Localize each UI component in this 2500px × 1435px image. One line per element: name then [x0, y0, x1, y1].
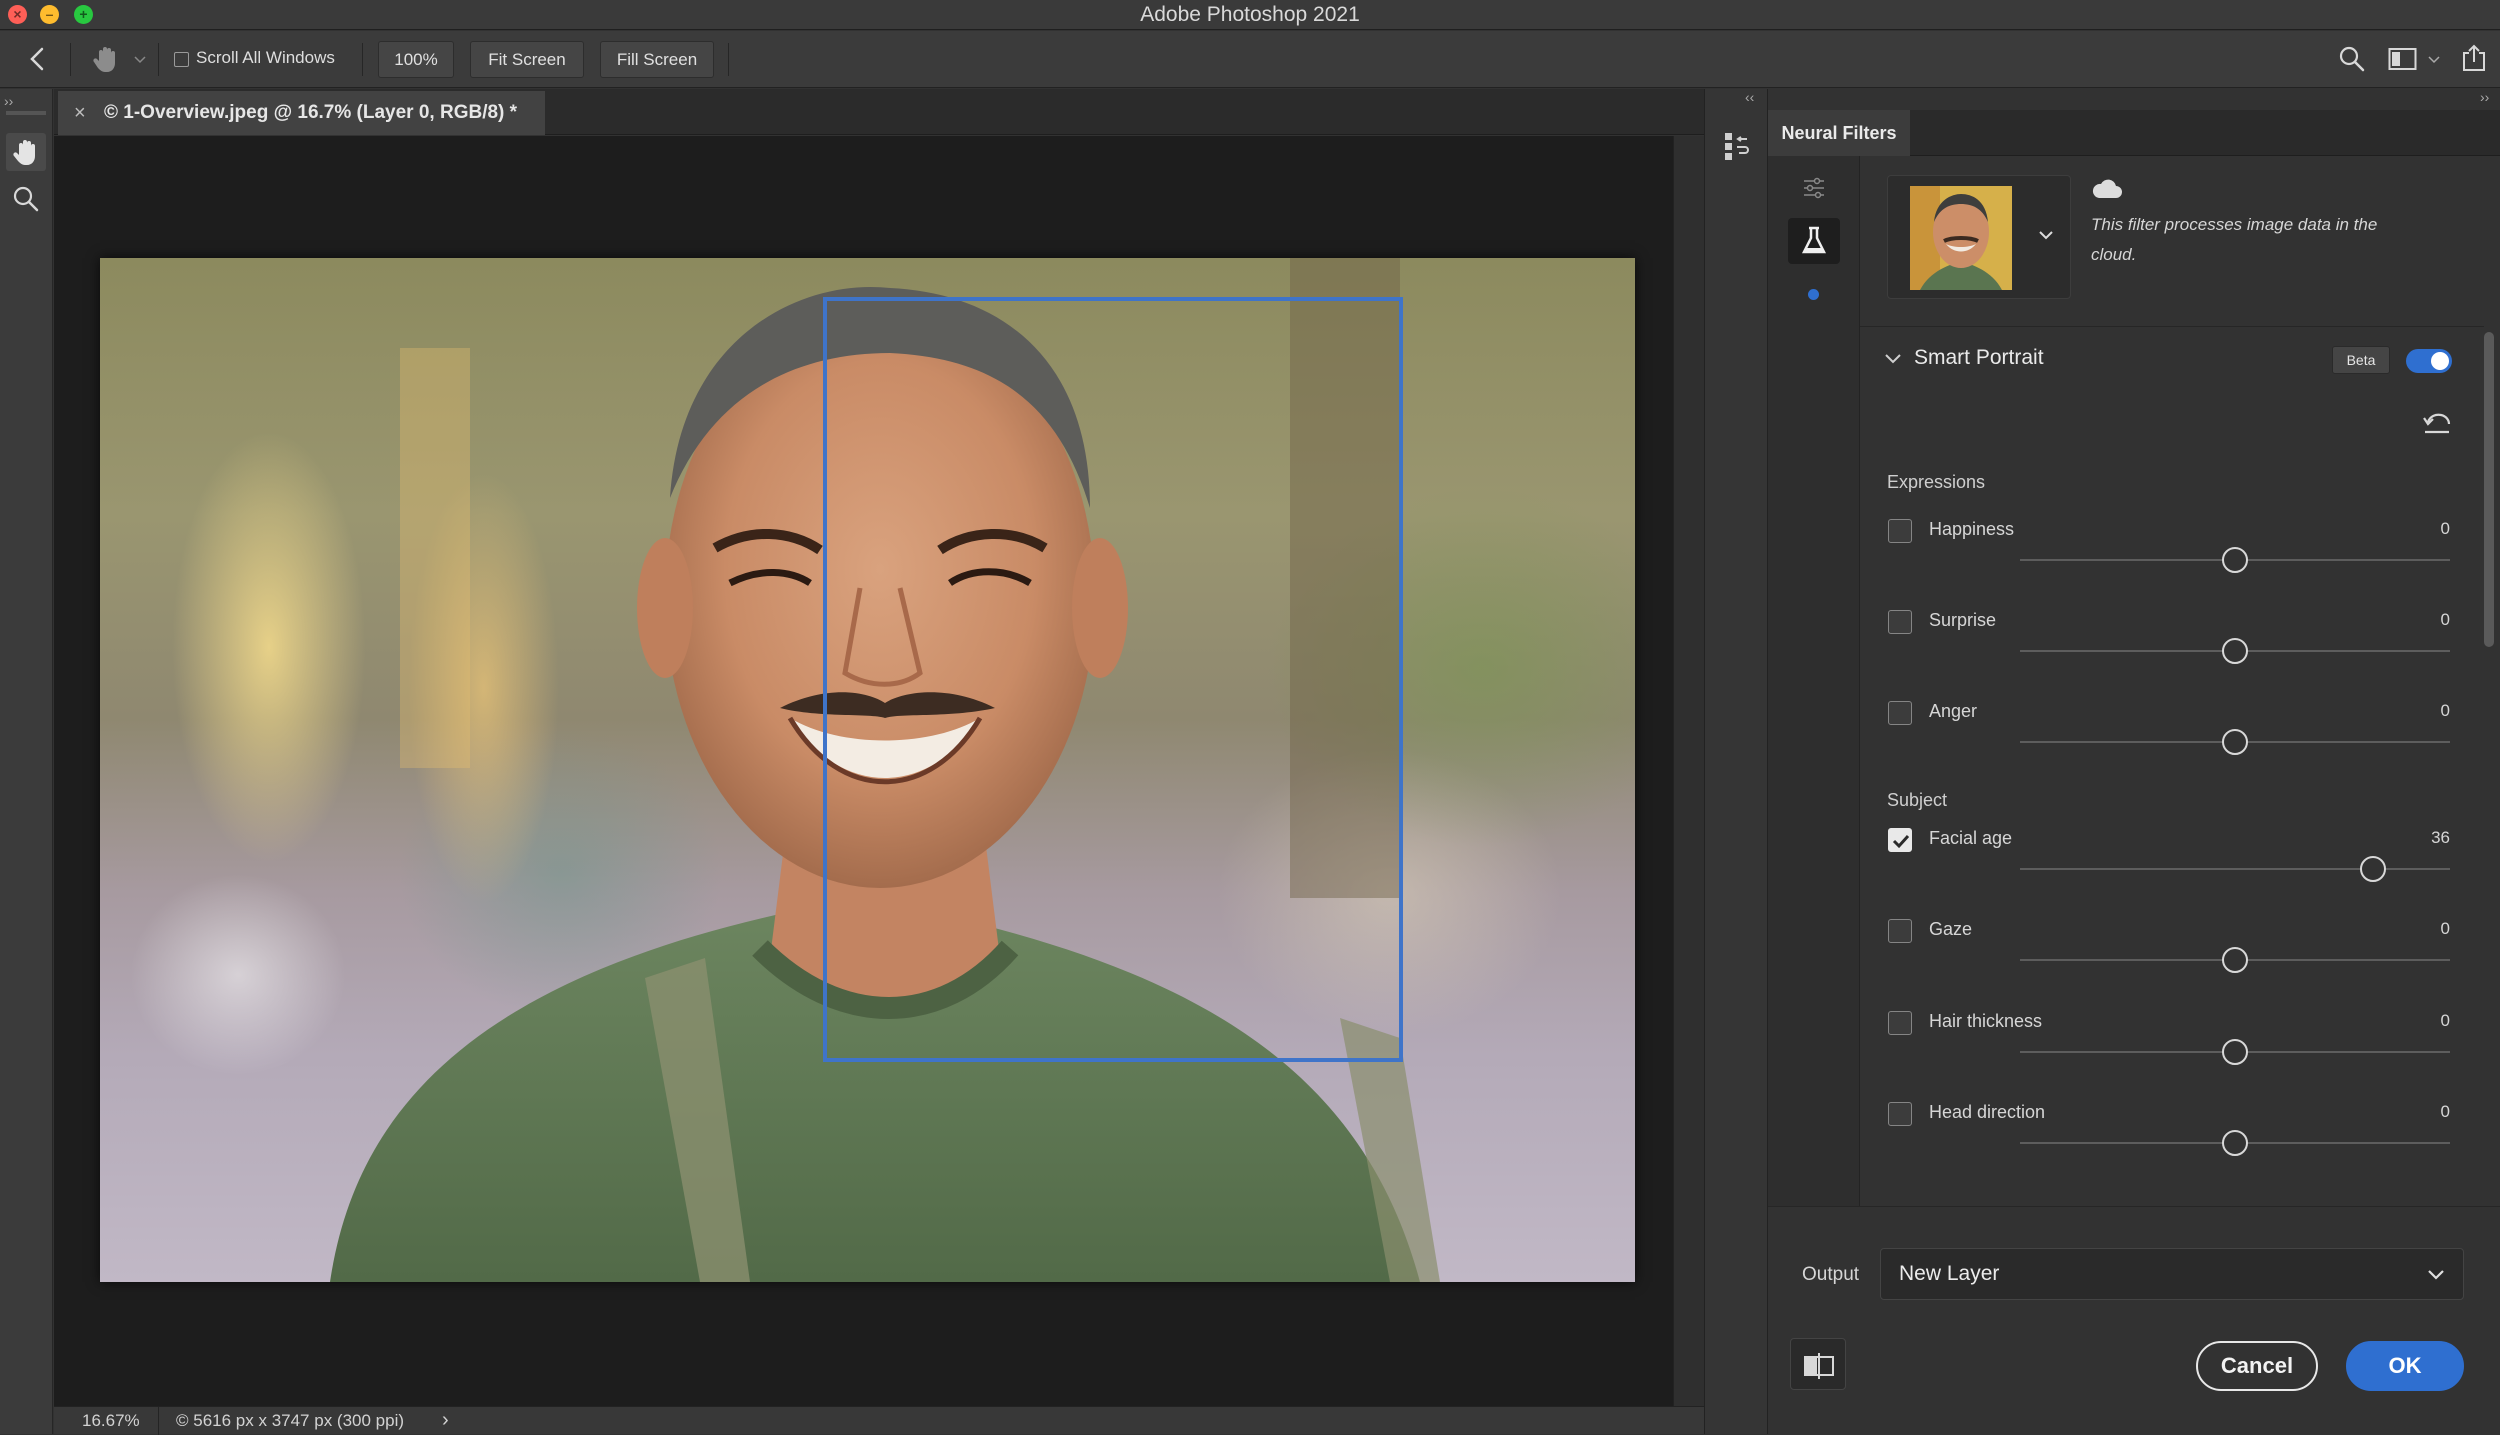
- panel-tab-bar: Neural Filters: [1768, 110, 2500, 156]
- options-bar: Scroll All Windows 100% Fit Screen Fill …: [0, 31, 2500, 88]
- workspace-chevron-icon[interactable]: [2428, 55, 2440, 65]
- slider-label: Gaze: [1929, 919, 1973, 939]
- portrait-photo: [330, 258, 1440, 1282]
- reset-icon[interactable]: [2422, 410, 2452, 436]
- slider-value[interactable]: 0: [2390, 610, 2450, 630]
- slider-value[interactable]: 0: [2390, 701, 2450, 721]
- title-bar: × – + Adobe Photoshop 2021: [0, 0, 2500, 30]
- slider-checkbox[interactable]: [1888, 610, 1912, 634]
- status-menu-arrow[interactable]: ›: [442, 1409, 449, 1432]
- active-indicator-dot: [1808, 289, 1819, 300]
- scroll-all-windows-checkbox[interactable]: [174, 52, 189, 67]
- slider-label: Surprise: [1929, 610, 1997, 630]
- back-icon[interactable]: [26, 45, 50, 73]
- filter-category-column: [1768, 156, 1860, 1206]
- compare-icon: [1804, 1353, 1834, 1379]
- ok-button[interactable]: OK: [2346, 1341, 2464, 1391]
- chevron-down-icon[interactable]: [134, 55, 146, 65]
- document-image[interactable]: [100, 258, 1635, 1282]
- filter-name[interactable]: Smart Portrait: [1914, 346, 2044, 370]
- document-tab-bar: × © 1-Overview.jpeg @ 16.7% (Layer 0, RG…: [54, 89, 1704, 135]
- output-label: Output: [1802, 1264, 1860, 1285]
- expand-panels-icon[interactable]: ‹‹: [1745, 89, 1754, 105]
- collapsed-panels-strip: ‹‹: [1704, 89, 1768, 1434]
- slider-label: Head direction: [1929, 1102, 2046, 1122]
- hand-tool-icon: [13, 140, 35, 165]
- output-select[interactable]: New Layer: [1880, 1248, 2464, 1300]
- filter-preview-card[interactable]: [1887, 175, 2071, 299]
- slider-knob[interactable]: [2222, 947, 2248, 973]
- close-tab-icon[interactable]: ×: [74, 91, 86, 135]
- output-value: New Layer: [1899, 1262, 2000, 1285]
- tab-neural-filters[interactable]: Neural Filters: [1768, 110, 1910, 156]
- slider-knob[interactable]: [2222, 1130, 2248, 1156]
- beta-filters-button[interactable]: [1788, 218, 1840, 264]
- slider-checkbox[interactable]: [1888, 919, 1912, 943]
- checkmark-icon: [1892, 834, 1910, 849]
- slider-value[interactable]: 0: [2390, 519, 2450, 539]
- status-bar: 16.67% © 5616 px x 3747 px (300 ppi) ›: [54, 1406, 1704, 1435]
- search-icon[interactable]: [2338, 45, 2366, 73]
- zoom-100-button[interactable]: 100%: [378, 41, 454, 78]
- slider-value[interactable]: 36: [2390, 828, 2450, 848]
- slider-checkbox[interactable]: [1888, 1011, 1912, 1035]
- slider-value[interactable]: 0: [2390, 1011, 2450, 1031]
- hand-tool-icon[interactable]: [90, 43, 122, 75]
- chevron-down-icon[interactable]: [2038, 230, 2054, 242]
- zoom-tool-icon[interactable]: [12, 185, 40, 213]
- cloud-notice: This filter processes image data in the …: [2091, 215, 2378, 264]
- slider-knob[interactable]: [2222, 638, 2248, 664]
- slider-knob[interactable]: [2222, 547, 2248, 573]
- slider-label: Happiness: [1929, 519, 2015, 539]
- show-original-button[interactable]: [1790, 1338, 1846, 1390]
- slider-checkbox[interactable]: [1888, 701, 1912, 725]
- cloud-icon: [2092, 179, 2122, 198]
- slider-label: Hair thickness: [1929, 1011, 2043, 1031]
- cancel-button[interactable]: Cancel: [2196, 1341, 2318, 1391]
- panel-collapse-icon[interactable]: ››: [2480, 89, 2489, 105]
- slider-checkbox[interactable]: [1888, 1102, 1912, 1126]
- slider-label: Anger: [1929, 701, 1978, 721]
- slider-knob[interactable]: [2222, 729, 2248, 755]
- workspace-icon[interactable]: [2388, 47, 2418, 71]
- neural-filters-panel: ››: [1768, 89, 2500, 1434]
- toolbar-collapse-icon[interactable]: ››: [4, 93, 13, 109]
- history-panel-icon[interactable]: [1723, 131, 1751, 163]
- slider-value[interactable]: 0: [2390, 919, 2450, 939]
- canvas-vertical-scrollbar[interactable]: [1673, 136, 1704, 1406]
- slider-label: Facial age: [1929, 828, 2013, 848]
- window-title: Adobe Photoshop 2021: [1140, 3, 1360, 26]
- scroll-all-windows-label: Scroll All Windows: [196, 48, 335, 67]
- chevron-down-icon: [2428, 1270, 2444, 1280]
- status-doc-info: © 5616 px x 3747 px (300 ppi): [176, 1411, 405, 1430]
- slider-checkbox[interactable]: [1888, 519, 1912, 543]
- section-subject: Subject: [1887, 790, 1948, 810]
- status-zoom[interactable]: 16.67%: [82, 1411, 140, 1431]
- document-tab[interactable]: × © 1-Overview.jpeg @ 16.7% (Layer 0, RG…: [58, 91, 545, 135]
- panel-scrollbar-thumb[interactable]: [2484, 332, 2494, 647]
- tools-panel: ››: [0, 89, 53, 1434]
- fill-screen-button[interactable]: Fill Screen: [600, 41, 714, 78]
- hand-tool-button[interactable]: [6, 133, 46, 171]
- flask-icon: [1801, 226, 1827, 254]
- document-tab-title: © 1-Overview.jpeg @ 16.7% (Layer 0, RGB/…: [104, 102, 518, 123]
- sliders-icon[interactable]: [1802, 176, 1826, 200]
- slider-knob[interactable]: [2359, 856, 2386, 882]
- section-expressions: Expressions: [1887, 472, 1986, 492]
- filter-thumbnail: [1910, 186, 2012, 290]
- filter-enable-toggle[interactable]: [2406, 349, 2452, 373]
- fit-screen-button[interactable]: Fit Screen: [470, 41, 584, 78]
- share-icon[interactable]: [2460, 43, 2488, 73]
- slider-checkbox[interactable]: [1888, 828, 1912, 852]
- beta-badge: Beta: [2332, 346, 2390, 374]
- collapse-filter-icon[interactable]: [1884, 352, 1902, 366]
- slider-value[interactable]: 0: [2390, 1102, 2450, 1122]
- slider-knob[interactable]: [2222, 1039, 2248, 1065]
